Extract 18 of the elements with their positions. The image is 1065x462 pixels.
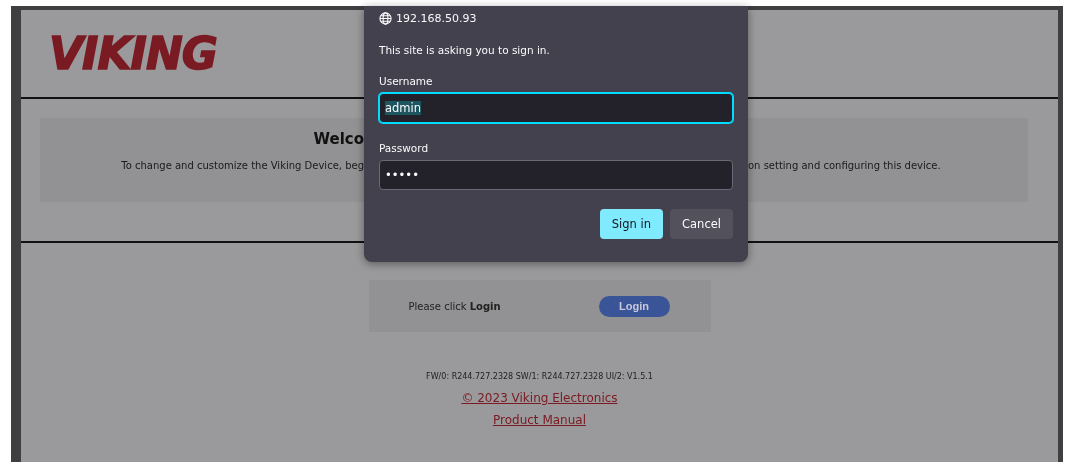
username-field[interactable]: admin: [379, 93, 733, 123]
cancel-button[interactable]: Cancel: [670, 209, 733, 239]
sign-in-button[interactable]: Sign in: [599, 209, 664, 239]
dialog-message: This site is asking you to sign in.: [379, 44, 551, 56]
version-text: FW/0: R244.727.2328 SW/1: R244.727.2328 UI/2: V1.5.1: [425, 372, 654, 381]
password-field[interactable]: •••••: [379, 160, 733, 190]
welcome-text: To change and customize the Viking Device, beg: [121, 160, 364, 171]
site-address: 192.168.50.93: [396, 11, 477, 25]
footer-link[interactable]: Product Manual: [493, 413, 586, 427]
globe-icon: [379, 11, 392, 25]
login-prompt: Please click Login: [408, 300, 501, 312]
logo: VIKING: [49, 28, 217, 79]
login-button[interactable]: Login: [598, 295, 670, 317]
field-label: Password: [379, 142, 430, 154]
footer-link[interactable]: © 2023 Viking Electronics: [461, 391, 618, 405]
field-label: Username: [379, 75, 434, 87]
welcome-heading: Welco: [313, 130, 364, 150]
welcome-text: on setting and configuring this device.: [748, 160, 941, 171]
